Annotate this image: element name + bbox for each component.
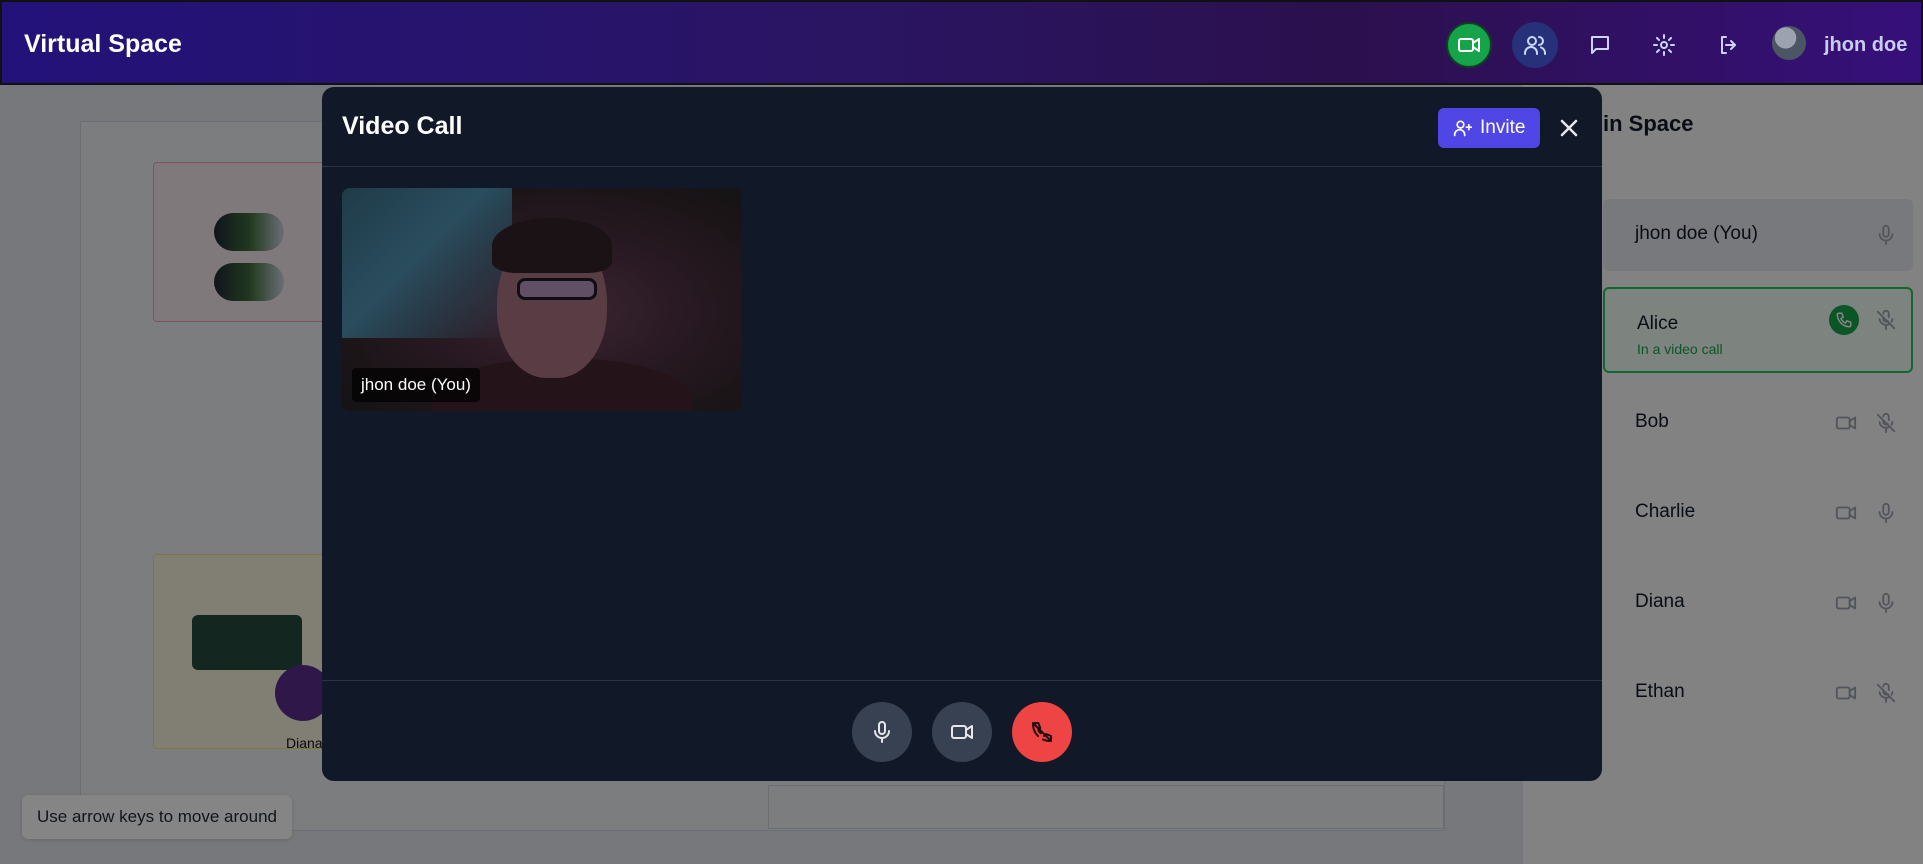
video-call-modal: Video Call Invite jhon doe (You): [322, 87, 1602, 781]
video-person-glasses: [517, 278, 597, 300]
app-title: Virtual Space: [24, 30, 182, 58]
camera-icon: [951, 725, 973, 739]
close-icon: [1560, 119, 1578, 137]
local-video-tile: jhon doe (You): [342, 188, 742, 411]
user-plus-icon: [1453, 120, 1473, 137]
logout-icon: [1721, 36, 1736, 54]
gear-icon: [1653, 34, 1675, 56]
video-icon: [1458, 38, 1480, 52]
invite-label: Invite: [1480, 117, 1526, 138]
video-background: [342, 188, 512, 338]
modal-title: Video Call: [342, 112, 463, 140]
users-icon: [1524, 36, 1546, 55]
mic-icon: [874, 721, 890, 743]
invite-button[interactable]: Invite: [1438, 108, 1541, 148]
top-bar: Virtual Space jhon doe: [0, 0, 1923, 85]
call-controls: [322, 680, 1602, 781]
user-name: jhon doe: [1824, 34, 1908, 56]
close-button[interactable]: [1553, 112, 1585, 144]
settings-button[interactable]: [1641, 22, 1687, 68]
phone-off-icon: [1032, 722, 1052, 742]
message-icon: [1591, 36, 1609, 54]
video-person-hair: [492, 218, 612, 273]
modal-header: Video Call Invite: [322, 87, 1602, 167]
chat-button[interactable]: [1577, 22, 1623, 68]
logout-button[interactable]: [1706, 22, 1752, 68]
user-avatar[interactable]: [1772, 26, 1806, 60]
end-call-button[interactable]: [1012, 702, 1072, 762]
video-name-label: jhon doe (You): [352, 368, 480, 402]
participants-button[interactable]: [1512, 22, 1558, 68]
toggle-camera-button[interactable]: [932, 702, 992, 762]
video-call-button[interactable]: [1446, 22, 1492, 68]
toggle-mic-button[interactable]: [852, 702, 912, 762]
